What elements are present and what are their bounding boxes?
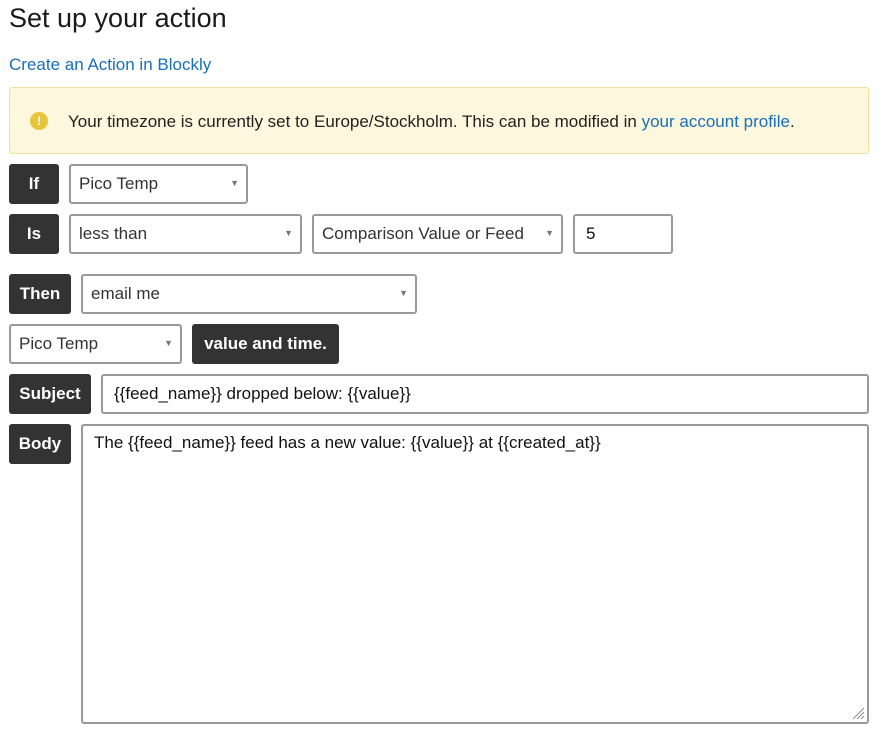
value-feed-select[interactable]: Pico Temp ▼ [9, 324, 182, 364]
caret-down-icon: ▼ [545, 228, 554, 238]
caret-down-icon: ▼ [399, 288, 408, 298]
alert-text-before: Your timezone is currently set to Europe… [68, 112, 642, 131]
alert-text-after: . [789, 112, 795, 131]
caret-down-icon: ▼ [284, 228, 293, 238]
operator-select[interactable]: less than ▼ [69, 214, 302, 254]
subject-label: Subject [9, 374, 91, 414]
body-textarea[interactable]: The {{feed_name}} feed has a new value: … [81, 424, 869, 724]
caret-down-icon: ▼ [230, 178, 239, 188]
value-and-time-label: value and time. [192, 324, 339, 364]
is-label: Is [9, 214, 59, 254]
account-profile-link[interactable]: your account profile [642, 112, 790, 131]
comparison-value-input[interactable]: 5 [573, 214, 673, 254]
resize-grip-icon[interactable] [851, 706, 865, 720]
warning-icon: ! [30, 112, 48, 130]
action-value: email me [91, 284, 160, 303]
blockly-link[interactable]: Create an Action in Blockly [9, 54, 211, 76]
value-feed-value: Pico Temp [19, 334, 99, 353]
caret-down-icon: ▼ [164, 338, 173, 348]
body-text: The {{feed_name}} feed has a new value: … [94, 433, 601, 452]
if-label: If [9, 164, 59, 204]
body-label: Body [9, 424, 71, 464]
then-label: Then [9, 274, 71, 314]
operator-value: less than [79, 224, 148, 243]
timezone-alert: ! Your timezone is currently set to Euro… [9, 87, 869, 154]
subject-input[interactable]: {{feed_name}} dropped below: {{value}} [101, 374, 869, 414]
page-title: Set up your action [9, 3, 227, 33]
comparison-type-value: Comparison Value or Feed [322, 224, 524, 243]
comparison-type-select[interactable]: Comparison Value or Feed ▼ [312, 214, 563, 254]
if-feed-select[interactable]: Pico Temp ▼ [69, 164, 248, 204]
alert-text: Your timezone is currently set to Europe… [68, 111, 795, 133]
action-select[interactable]: email me ▼ [81, 274, 417, 314]
if-feed-value: Pico Temp [79, 174, 159, 193]
